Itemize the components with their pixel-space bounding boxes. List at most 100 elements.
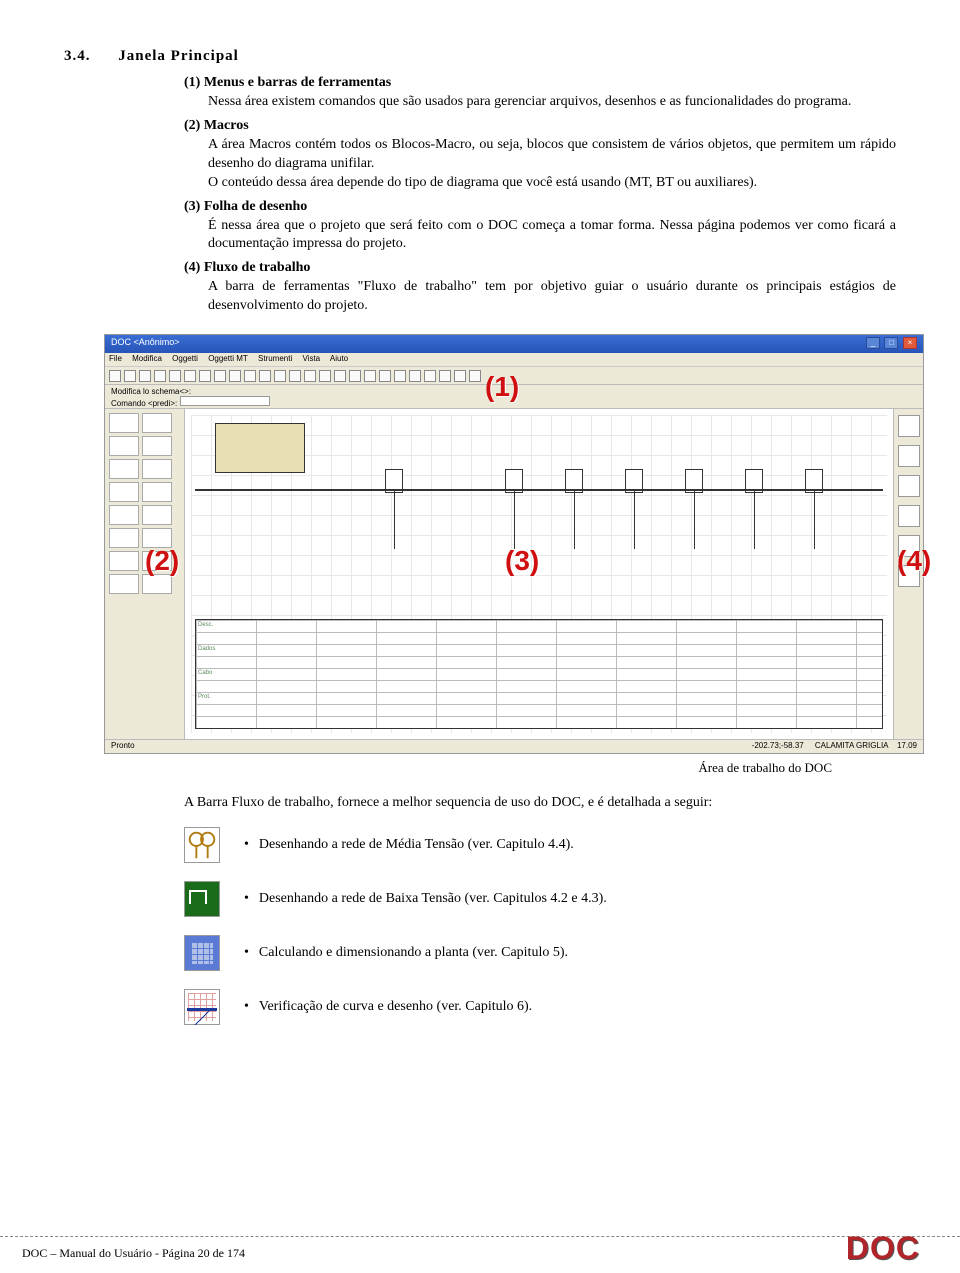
item-1-body: Nessa área existem comandos que são usad… (208, 93, 896, 112)
workflow-step-icon[interactable] (898, 445, 920, 467)
item-4-body: A barra de ferramentas "Fluxo de trabalh… (208, 278, 896, 316)
item-2-body: A área Macros contém todos os Blocos-Mac… (208, 136, 896, 193)
toolbar-icon[interactable] (364, 370, 376, 382)
toolbar-icon[interactable] (274, 370, 286, 382)
toolbar-icon[interactable] (334, 370, 346, 382)
calculation-icon (184, 935, 220, 971)
project-info-table (215, 423, 305, 473)
status-bar: Pronto -202.73;-58.37 CALAMITA GRIGLIA 1… (105, 739, 923, 753)
item-1-label: (1) Menus e barras de ferramentas (184, 75, 391, 90)
status-left: Pronto (111, 741, 135, 752)
macro-block[interactable] (109, 413, 139, 433)
bullet-2: Desenhando a rede de Baixa Tensão (ver. … (244, 891, 607, 907)
feeder-line (574, 489, 575, 549)
workflow-step-icon[interactable] (898, 505, 920, 527)
bullet-4: Verificação de curva e desenho (ver. Cap… (244, 999, 532, 1015)
menu-item[interactable]: File (109, 354, 122, 363)
toolbar-icon[interactable] (199, 370, 211, 382)
macro-block[interactable] (142, 482, 172, 502)
toolbar-icon[interactable] (394, 370, 406, 382)
app-titlebar: DOC <Anônimo> _ □ × (105, 335, 923, 353)
bullet-3: Calculando e dimensionando a planta (ver… (244, 945, 568, 961)
macro-block[interactable] (142, 459, 172, 479)
toolbar-icon[interactable] (109, 370, 121, 382)
menu-item[interactable]: Vista (302, 354, 320, 363)
bottom-paragraph: A Barra Fluxo de trabalho, fornece a mel… (184, 794, 896, 813)
toolbar-icon[interactable] (229, 370, 241, 382)
macro-block[interactable] (109, 551, 139, 571)
feeder-line (754, 489, 755, 549)
macro-block[interactable] (142, 574, 172, 594)
menu-item[interactable]: Oggetti MT (208, 354, 248, 363)
close-icon[interactable]: × (903, 337, 917, 349)
macro-block[interactable] (109, 436, 139, 456)
menu-item[interactable]: Oggetti (172, 354, 198, 363)
doc-logo: DOC (846, 1230, 920, 1267)
status-mode: CALAMITA GRIGLIA (815, 741, 888, 750)
feeder-line (514, 489, 515, 549)
toolbar-icon[interactable] (409, 370, 421, 382)
feeder-line (394, 489, 395, 549)
toolbar-icon[interactable] (379, 370, 391, 382)
status-zoom: 17.09 (897, 741, 917, 750)
annotation-3: (3) (505, 545, 539, 577)
bullet-1: Desenhando a rede de Média Tensão (ver. … (244, 837, 574, 853)
macro-block[interactable] (109, 574, 139, 594)
toolbar-icon[interactable] (214, 370, 226, 382)
footer-divider (0, 1236, 960, 1237)
toolbar-icon[interactable] (424, 370, 436, 382)
toolbar-icon[interactable] (439, 370, 451, 382)
toolbar-icon[interactable] (124, 370, 136, 382)
section-number: 3.4. (64, 48, 91, 64)
section-title: Janela Principal (118, 48, 239, 64)
toolbar-icon[interactable] (469, 370, 481, 382)
feeder-line (634, 489, 635, 549)
annotation-1: (1) (485, 371, 519, 403)
workflow-step-icon[interactable] (898, 415, 920, 437)
macro-block[interactable] (109, 528, 139, 548)
toolbar-icon[interactable] (154, 370, 166, 382)
menu-item[interactable]: Strumenti (258, 354, 292, 363)
item-3-body: É nessa área que o projeto que será feit… (208, 217, 896, 255)
menu-item[interactable]: Aiuto (330, 354, 348, 363)
feeder-line (814, 489, 815, 549)
section-content: (1) Menus e barras de ferramentas Nessa … (184, 75, 896, 316)
macro-block[interactable] (142, 413, 172, 433)
minimize-icon[interactable]: _ (866, 337, 880, 349)
app-title: DOC <Anônimo> (111, 337, 180, 351)
lv-network-icon (184, 881, 220, 917)
annotation-2: (2) (145, 545, 179, 577)
toolbar-icon[interactable] (139, 370, 151, 382)
macro-block[interactable] (142, 505, 172, 525)
toolbar-icon[interactable] (454, 370, 466, 382)
item-3-label: (3) Folha de desenho (184, 199, 307, 214)
macro-block[interactable] (109, 505, 139, 525)
toolbar-icon[interactable] (184, 370, 196, 382)
figure-caption: Área de trabalho do DOC (64, 760, 832, 776)
window-controls: _ □ × (864, 337, 917, 351)
cmd-prompt: Comando <predi>: (111, 399, 177, 408)
mv-network-icon (184, 827, 220, 863)
item-2-label: (2) Macros (184, 118, 249, 133)
menu-item[interactable]: Modifica (132, 354, 162, 363)
toolbar-icon[interactable] (259, 370, 271, 382)
feeder-line (694, 489, 695, 549)
macro-block[interactable] (109, 482, 139, 502)
status-coords: -202.73;-58.37 (752, 741, 804, 750)
macro-block[interactable] (109, 459, 139, 479)
toolbar-icon[interactable] (304, 370, 316, 382)
toolbar-icon[interactable] (289, 370, 301, 382)
toolbar-icon[interactable] (349, 370, 361, 382)
footer-text: DOC – Manual do Usuário - Página 20 de 1… (22, 1246, 245, 1261)
toolbar-icon[interactable] (319, 370, 331, 382)
toolbar-icon[interactable] (169, 370, 181, 382)
cmd-input[interactable] (180, 396, 270, 406)
section-heading: 3.4. Janela Principal (64, 48, 896, 65)
item-4-label: (4) Fluxo de trabalho (184, 260, 310, 275)
curve-check-icon (184, 989, 220, 1025)
toolbar-icon[interactable] (244, 370, 256, 382)
workflow-step-icon[interactable] (898, 475, 920, 497)
macro-block[interactable] (142, 436, 172, 456)
maximize-icon[interactable]: □ (884, 337, 898, 349)
busbar (195, 489, 883, 491)
